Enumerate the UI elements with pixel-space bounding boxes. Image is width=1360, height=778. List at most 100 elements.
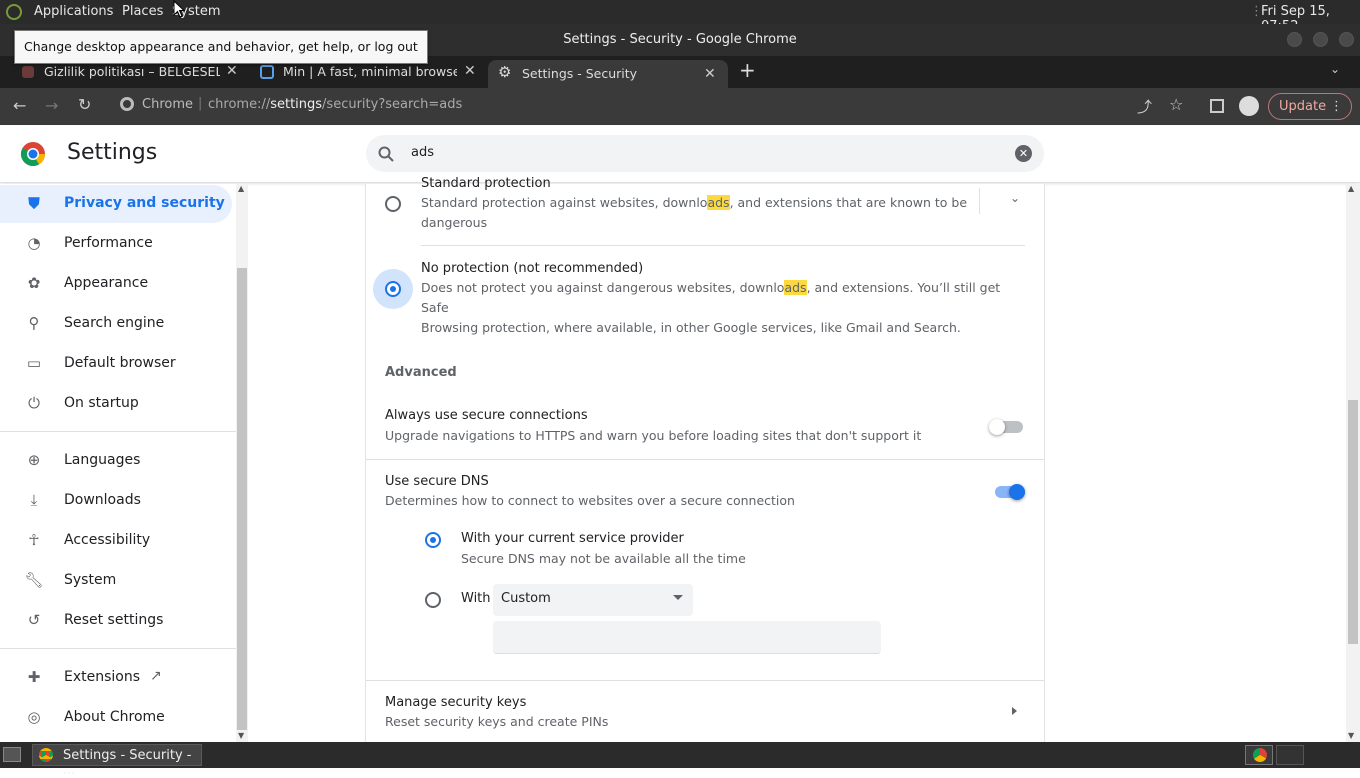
- places-menu[interactable]: Places: [122, 4, 163, 19]
- url-text: chrome://settings/security?search=ads: [208, 97, 462, 112]
- secure-dns-toggle[interactable]: [1009, 484, 1025, 500]
- sidebar-item-accessibility[interactable]: ☥ Accessibility: [0, 522, 232, 560]
- divider: [366, 459, 1044, 460]
- sidebar-item-search-engine[interactable]: ⚲ Search engine: [0, 305, 232, 343]
- sidebar-item-system[interactable]: 🔧︎ System: [0, 562, 232, 600]
- divider: [421, 245, 1025, 246]
- update-label: Update: [1279, 99, 1327, 114]
- security-keys-title: Manage security keys: [385, 695, 527, 710]
- gear-icon: ⚙: [498, 63, 512, 81]
- sidebar-item-label: Search engine: [64, 315, 165, 331]
- external-link-icon: ↗: [150, 668, 162, 684]
- no-protection-radio[interactable]: [385, 281, 401, 297]
- scroll-up-arrow-icon[interactable]: ▲: [238, 184, 244, 193]
- search-icon: ⚲: [28, 314, 40, 332]
- sidebar-item-extensions[interactable]: ✚ Extensions ↗: [0, 659, 232, 697]
- standard-protection-row[interactable]: Standard protection Standard protection …: [366, 176, 1044, 244]
- maximize-window-button[interactable]: [1313, 32, 1328, 47]
- dns-custom-radio[interactable]: [425, 592, 441, 608]
- standard-protection-title: Standard protection: [421, 176, 551, 191]
- dropdown-arrow-icon: [673, 595, 683, 600]
- reload-icon[interactable]: ↻: [78, 95, 91, 114]
- url-scheme: chrome://: [208, 97, 271, 112]
- taskbar-task-chrome[interactable]: Settings - Security - ...: [32, 744, 202, 778]
- settings-search-box[interactable]: ads ✕: [366, 135, 1044, 172]
- sidebar-item-label: Default browser: [64, 355, 176, 371]
- dns-current-provider-radio[interactable]: [425, 532, 441, 548]
- secure-dns-row[interactable]: Use secure DNS Determines how to connect…: [366, 470, 1044, 520]
- workspace-2[interactable]: [1276, 745, 1304, 765]
- no-protection-title: No protection (not recommended): [421, 261, 644, 276]
- scroll-up-arrow-icon[interactable]: ▲: [1348, 184, 1354, 193]
- divider: [366, 680, 1044, 681]
- dns-custom-option[interactable]: With Custom: [366, 584, 1044, 616]
- tab-search-chevron-icon[interactable]: ⌄: [1330, 62, 1340, 76]
- workspace-switcher[interactable]: [1245, 745, 1273, 765]
- forward-arrow-icon[interactable]: →: [45, 96, 58, 115]
- sidebar-item-appearance[interactable]: ✿ Appearance: [0, 265, 232, 303]
- https-desc: Upgrade navigations to HTTPS and warn yo…: [385, 428, 922, 443]
- sidebar-item-performance[interactable]: ◔ Performance: [0, 225, 232, 263]
- dns-option1-desc: Secure DNS may not be available all the …: [461, 551, 746, 566]
- show-desktop-icon[interactable]: [3, 747, 21, 762]
- back-arrow-icon[interactable]: ←: [13, 96, 26, 115]
- bookmark-star-icon[interactable]: ☆: [1169, 95, 1183, 114]
- tab-settings-security[interactable]: ⚙ Settings - Security ✕: [488, 60, 728, 88]
- sidebar-item-languages[interactable]: ⊕ Languages: [0, 442, 232, 480]
- dns-provider-select[interactable]: Custom: [493, 584, 693, 616]
- manage-security-keys-row[interactable]: Manage security keys Reset security keys…: [366, 690, 1044, 740]
- kebab-menu-icon[interactable]: ⋮: [1330, 94, 1343, 119]
- minimize-window-button[interactable]: [1287, 32, 1302, 47]
- omnibox[interactable]: Chrome | chrome://settings/security?sear…: [110, 94, 1260, 119]
- globe-icon: ⊕: [27, 451, 41, 469]
- https-toggle[interactable]: [989, 419, 1005, 435]
- close-window-button[interactable]: [1339, 32, 1354, 47]
- speedometer-icon: ◔: [27, 234, 41, 252]
- sidebar-item-reset[interactable]: ↺ Reset settings: [0, 602, 232, 640]
- url-host: settings: [270, 97, 323, 112]
- chrome-logo-icon: [20, 142, 45, 167]
- tab-min-browser[interactable]: Min | A fast, minimal browser t ✕: [250, 60, 484, 88]
- https-first-row[interactable]: Always use secure connections Upgrade na…: [366, 404, 1044, 458]
- site-chip-label: Chrome: [142, 97, 193, 112]
- sidebar-item-downloads[interactable]: ⤓ Downloads: [0, 482, 232, 520]
- no-protection-row[interactable]: No protection (not recommended) Does not…: [366, 254, 1044, 335]
- new-tab-plus-icon[interactable]: +: [739, 58, 756, 82]
- close-tab-icon[interactable]: ✕: [704, 63, 716, 85]
- security-settings-card: Standard protection Standard protection …: [365, 176, 1045, 744]
- sidebar-item-label: Reset settings: [64, 612, 164, 628]
- clear-search-icon[interactable]: ✕: [1015, 145, 1032, 162]
- sidebar-item-default-browser[interactable]: ▭ Default browser: [0, 345, 232, 383]
- dns-option2-prefix: With: [461, 591, 491, 606]
- standard-protection-radio[interactable]: [385, 196, 401, 212]
- scroll-down-arrow-icon[interactable]: ▼: [238, 731, 244, 740]
- secure-dns-title: Use secure DNS: [385, 474, 489, 489]
- wrench-icon: 🔧︎: [24, 571, 44, 589]
- no-protection-desc: Does not protect you against dangerous w…: [421, 278, 1021, 338]
- https-title: Always use secure connections: [385, 408, 588, 423]
- sidebar-scrollbar-thumb[interactable]: [237, 268, 247, 730]
- applications-menu[interactable]: Applications: [34, 4, 113, 19]
- chrome-task-icon: [39, 748, 53, 762]
- secure-dns-desc: Determines how to connect to websites ov…: [385, 493, 795, 508]
- distro-logo-icon[interactable]: [6, 4, 22, 20]
- search-input[interactable]: ads: [411, 145, 434, 160]
- profile-avatar-icon[interactable]: [1239, 96, 1259, 116]
- sidebar-item-privacy[interactable]: ⛊ Privacy and security: [0, 185, 232, 223]
- scroll-down-arrow-icon[interactable]: ▼: [1348, 731, 1354, 740]
- custom-dns-input[interactable]: [493, 621, 881, 654]
- power-icon: ⏻: [28, 394, 40, 412]
- page-scrollbar-thumb[interactable]: [1348, 400, 1358, 644]
- sidebar-item-about[interactable]: ◎ About Chrome: [0, 699, 232, 737]
- sidebar-item-on-startup[interactable]: ⏻ On startup: [0, 385, 232, 423]
- dns-current-provider-option[interactable]: With your current service provider Secur…: [366, 528, 1044, 572]
- expand-chevron-icon[interactable]: ⌄: [1010, 191, 1020, 205]
- close-tab-icon[interactable]: ✕: [464, 60, 476, 82]
- side-panel-icon[interactable]: [1210, 99, 1224, 113]
- page-title: Settings: [67, 140, 158, 165]
- tab-title: Min | A fast, minimal browser t: [283, 64, 457, 79]
- update-button[interactable]: Update ⋮: [1268, 93, 1352, 120]
- tab-belgesels[interactable]: Gizlilik politikası – BELGESELS ✕: [10, 60, 246, 88]
- chip-divider: |: [198, 96, 203, 111]
- share-icon[interactable]: ⤴: [1137, 96, 1152, 117]
